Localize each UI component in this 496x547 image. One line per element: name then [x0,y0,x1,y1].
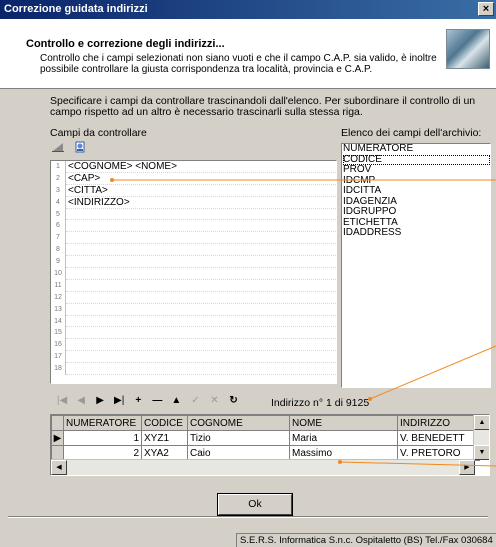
editor-line[interactable]: 1 <COGNOME> <NOME> [51,161,336,173]
editor-line[interactable]: 16 [51,339,336,352]
editor-line[interactable]: 15 [51,327,336,340]
scroll-left-icon[interactable]: ◀ [51,460,67,475]
grid-cell[interactable]: V. BENEDETT [397,430,480,446]
line-number: 7 [51,232,66,245]
line-number: 18 [51,363,66,376]
list-item[interactable]: NUMERATORE [343,144,490,155]
grid-vertical-scrollbar[interactable]: ▲ ▼ [473,415,489,460]
line-text: <INDIRIZZO> [68,196,130,208]
grid-cell[interactable]: Maria [289,430,398,446]
wizard-header: Controllo e correzione degli indirizzi..… [0,19,496,89]
line-number: 12 [51,291,66,304]
record-navigator: |◀ ◀ ▶ ▶| + — ▲ ✓ ✕ ↻ [55,394,435,410]
editor-line[interactable]: 10 [51,268,336,280]
line-number: 3 [51,184,66,197]
editor-line[interactable]: 11 [51,279,336,292]
instructions-text: Specificare i campi da controllare trasc… [50,95,476,118]
line-number: 14 [51,315,66,328]
header-description: Controllo che i campi selezionati non si… [40,53,437,75]
list-item[interactable]: PROV [343,164,490,176]
editor-line[interactable]: 17 [51,351,336,364]
line-number: 2 [51,172,66,185]
header-title: Controllo e correzione degli indirizzi..… [26,38,225,50]
grid-table: NUMERATORE CODICE COGNOME NOME INDIRIZZO… [51,415,480,461]
line-number: 11 [51,279,66,292]
eraser-icon[interactable] [50,140,66,154]
line-number: 10 [51,268,66,280]
divider [8,516,488,518]
editor-line[interactable]: 13 [51,303,336,316]
column-header[interactable]: CODICE [141,415,188,431]
window-title: Correzione guidata indirizzi [4,3,148,15]
column-header[interactable]: COGNOME [187,415,290,431]
last-record-icon[interactable]: ▶| [112,395,126,406]
first-record-icon[interactable]: |◀ [55,395,69,406]
editor-line[interactable]: 2 <CAP> [51,172,336,185]
grid-horizontal-scrollbar[interactable]: ◀ ▶ [51,459,475,475]
list-item[interactable]: IDCITTA [343,185,490,197]
editor-line[interactable]: 7 [51,232,336,245]
line-number: 1 [51,161,66,173]
editor-line[interactable]: 14 [51,315,336,328]
archive-fields-label: Elenco dei campi dell'archivio: [341,127,482,139]
line-number: 15 [51,327,66,340]
grid-cell[interactable]: Tizio [187,430,290,446]
fields-editor[interactable]: 1 <COGNOME> <NOME> 2 <CAP> 3 <CITTA> 4 <INDI… [50,160,337,384]
current-row-indicator-icon: ▶ [51,430,64,446]
list-item[interactable]: IDADDRESS [343,227,490,239]
line-number: 6 [51,220,66,233]
scroll-down-icon[interactable]: ▼ [474,445,489,460]
record-counter: Indirizzo n° 1 di 9125 [271,397,370,409]
table-row[interactable]: ▶ 1 XYZ1 Tizio Maria V. BENEDETT [51,430,480,446]
editor-toolbar [50,140,91,158]
editor-line[interactable]: 12 [51,291,336,304]
line-number: 17 [51,351,66,364]
line-number: 5 [51,208,66,221]
scroll-up-icon[interactable]: ▲ [474,415,489,430]
grid-header-row: NUMERATORE CODICE COGNOME NOME INDIRIZZO [51,415,480,431]
line-number: 16 [51,339,66,352]
status-bar: S.E.R.S. Informatica S.n.c. Ospitaletto … [236,533,496,547]
ok-button[interactable]: Ok [217,493,293,516]
header-picture [446,29,490,69]
insert-record-icon[interactable]: + [131,395,145,406]
scroll-right-icon[interactable]: ▶ [459,460,475,475]
prior-record-icon[interactable]: ◀ [74,395,88,406]
editor-line[interactable]: 3 <CITTA> [51,184,336,197]
line-number: 13 [51,303,66,316]
list-item[interactable]: IDGRUPPO [343,206,490,218]
editor-line[interactable]: 8 [51,244,336,257]
line-number: 8 [51,244,66,257]
line-text: <CAP> [68,172,101,184]
editor-line[interactable]: 9 [51,256,336,269]
line-text: <COGNOME> <NOME> [68,161,177,172]
window-titlebar: Correzione guidata indirizzi × [0,0,496,19]
archive-fields-list[interactable]: NUMERATORE CODICE PROV IDCMP IDCITTA IDA… [341,143,491,388]
fields-to-check-label: Campi da controllare [50,127,147,139]
wizard-icon[interactable] [72,140,88,154]
grid-cell[interactable]: 1 [63,430,142,446]
line-number: 9 [51,256,66,269]
close-button[interactable]: × [478,2,494,16]
edit-record-icon[interactable]: ▲ [169,395,183,406]
line-text: <CITTA> [68,184,108,196]
next-record-icon[interactable]: ▶ [93,395,107,406]
cancel-record-icon[interactable]: ✕ [208,395,222,406]
refresh-icon[interactable]: ↻ [227,395,241,406]
column-header[interactable]: NOME [289,415,398,431]
column-header[interactable]: NUMERATORE [63,415,142,431]
delete-record-icon[interactable]: — [150,395,164,406]
editor-line[interactable]: 6 [51,220,336,233]
post-record-icon[interactable]: ✓ [188,395,202,406]
editor-line[interactable]: 5 [51,208,336,221]
editor-line[interactable]: 18 [51,363,336,376]
row-indicator-header [51,415,64,431]
line-number: 4 [51,196,66,209]
grid-cell[interactable]: XYZ1 [141,430,188,446]
editor-line[interactable]: 4 <INDIRIZZO> [51,196,336,209]
column-header[interactable]: INDIRIZZO [397,415,480,431]
address-grid[interactable]: NUMERATORE CODICE COGNOME NOME INDIRIZZO… [50,414,490,476]
